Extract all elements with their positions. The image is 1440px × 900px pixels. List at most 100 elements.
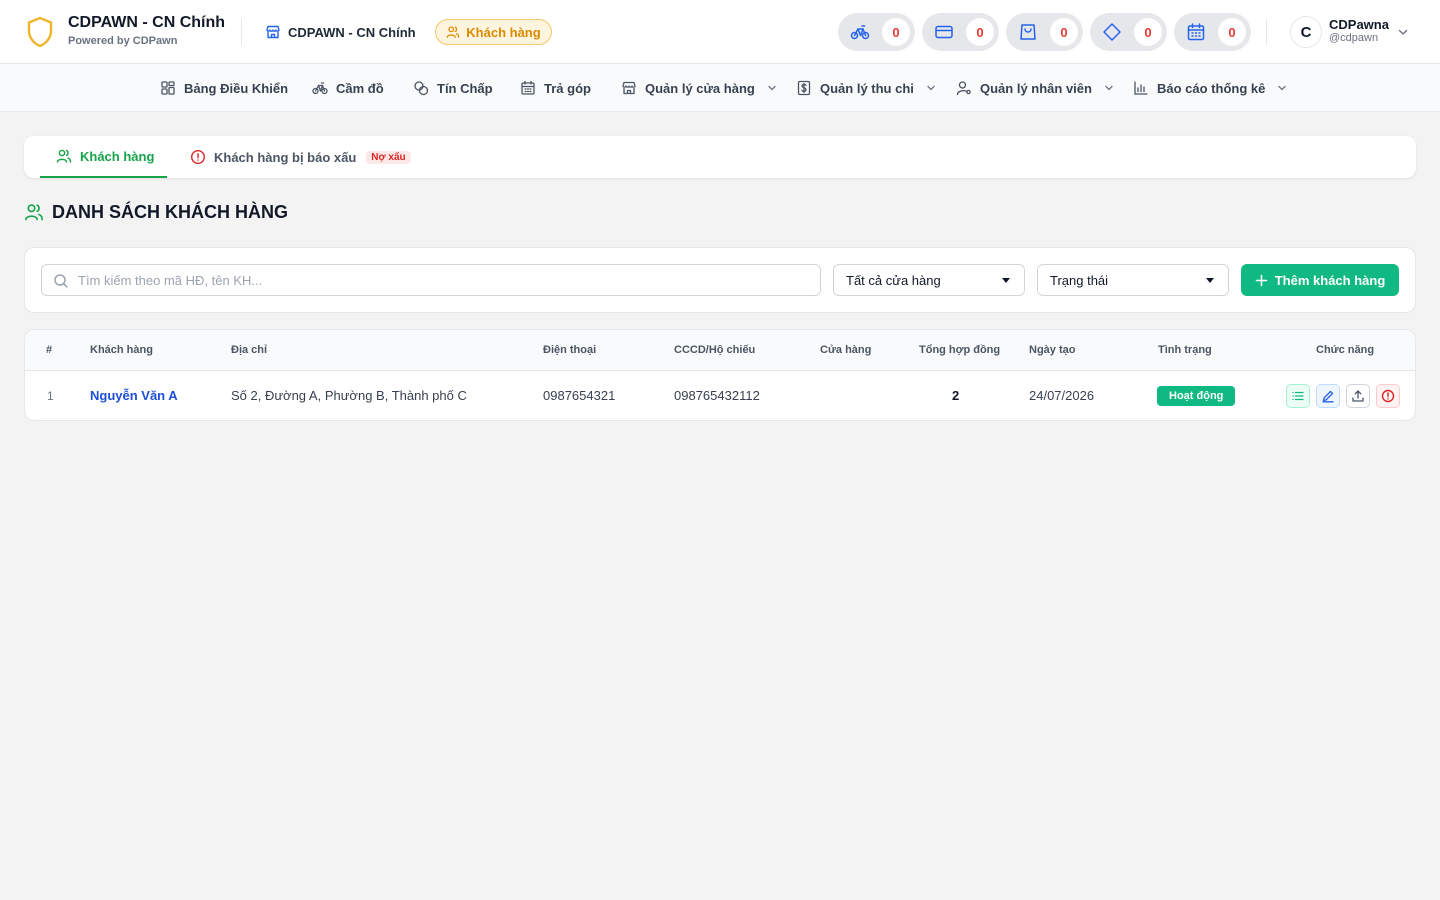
pencil-icon bbox=[1322, 390, 1334, 403]
cell-index: 1 bbox=[47, 389, 54, 403]
dollar-icon bbox=[797, 80, 811, 96]
cell-customer-link[interactable]: Nguyễn Văn A bbox=[90, 371, 178, 420]
col-store: Cửa hàng bbox=[820, 344, 872, 356]
brand-subtitle: Powered by CDPawn bbox=[68, 35, 178, 47]
plus-icon bbox=[1255, 274, 1268, 286]
user-name[interactable]: CDPawna bbox=[1329, 17, 1389, 32]
page-title: DANH SÁCH KHÁCH HÀNG bbox=[24, 201, 288, 223]
nav-item-finance[interactable]: Quản lý thu chi bbox=[796, 64, 936, 112]
user-cog-icon bbox=[956, 81, 971, 96]
report-bad-debt-button[interactable] bbox=[1376, 384, 1400, 408]
upload-button[interactable] bbox=[1346, 384, 1370, 408]
bike-icon bbox=[850, 25, 870, 40]
active-section-label: Khách hàng bbox=[466, 24, 541, 40]
customer-tabs: Khách hàng Khách hàng bị báo xấu Nợ xấu bbox=[24, 136, 1416, 178]
cell-contracts: 2 bbox=[952, 388, 960, 403]
nav-item-dashboard[interactable]: Bảng Điều Khiển bbox=[160, 64, 288, 112]
card-icon bbox=[935, 25, 953, 39]
counter-badge: 0 bbox=[1134, 18, 1162, 46]
col-actions: Chức năng bbox=[1316, 344, 1375, 356]
avatar[interactable]: C bbox=[1290, 16, 1322, 48]
cell-created: 24/07/2026 bbox=[1029, 388, 1095, 403]
counter-pawn-bike[interactable]: 0 bbox=[838, 13, 915, 51]
chevron-down-icon bbox=[768, 85, 776, 91]
chevron-down-icon bbox=[1278, 85, 1287, 91]
cell-phone: 0987654321 bbox=[543, 388, 616, 403]
cell-id-card: 098765432112 bbox=[674, 388, 760, 403]
counter-badge: 0 bbox=[882, 18, 910, 46]
counter-calendar[interactable]: 0 bbox=[1174, 13, 1251, 51]
chevron-down-icon[interactable] bbox=[1397, 26, 1409, 38]
table-header: # Khách hàng Địa chỉ Điện thoại CCCD/Hộ … bbox=[25, 330, 1415, 371]
col-created: Ngày tạo bbox=[1029, 344, 1076, 356]
tab-customers[interactable]: Khách hàng bbox=[40, 136, 167, 178]
diamond-icon bbox=[1103, 23, 1121, 41]
nav-item-store-management[interactable]: Quản lý cửa hàng bbox=[621, 64, 777, 112]
nav-item-pawn[interactable]: Cầm đồ bbox=[312, 64, 384, 112]
store-select-value: Tất cả cửa hàng bbox=[846, 272, 941, 288]
nav-item-label: Quản lý thu chi bbox=[820, 80, 914, 96]
store-icon bbox=[622, 81, 636, 95]
tab-label: Khách hàng bbox=[80, 148, 155, 164]
users-icon bbox=[446, 26, 460, 38]
col-contracts: Tổng hợp đồng bbox=[919, 344, 1001, 356]
tab-label: Khách hàng bị báo xấu bbox=[214, 149, 357, 165]
nav-item-reports[interactable]: Báo cáo thống kê bbox=[1133, 64, 1287, 112]
nav-item-installment[interactable]: Trả góp bbox=[520, 64, 591, 112]
users-icon bbox=[56, 149, 72, 163]
tab-reported-customers[interactable]: Khách hàng bị báo xấu Nợ xấu bbox=[190, 136, 411, 178]
calendar-icon bbox=[1187, 23, 1205, 41]
active-section-pill[interactable]: Khách hàng bbox=[435, 19, 552, 45]
status-badge: Hoạt động bbox=[1157, 386, 1236, 406]
chevron-down-icon bbox=[1105, 85, 1113, 91]
calendar-icon bbox=[521, 80, 535, 95]
nav-item-staff[interactable]: Quản lý nhân viên bbox=[956, 64, 1114, 112]
bike-icon bbox=[312, 82, 328, 95]
add-customer-label: Thêm khách hàng bbox=[1274, 272, 1386, 288]
nav-item-label: Quản lý nhân viên bbox=[980, 80, 1092, 96]
brand-title: CDPAWN - CN Chính bbox=[68, 14, 226, 31]
status-select-value: Trạng thái bbox=[1050, 272, 1109, 288]
counter-bag[interactable]: 0 bbox=[1006, 13, 1083, 51]
caret-down-icon bbox=[1206, 278, 1214, 283]
caret-down-icon bbox=[1002, 278, 1010, 283]
view-details-button[interactable] bbox=[1286, 384, 1310, 408]
alert-circle-icon bbox=[1381, 389, 1395, 403]
header-divider bbox=[1266, 19, 1267, 45]
nav-item-credit[interactable]: Tín Chấp bbox=[413, 64, 493, 112]
customer-table: # Khách hàng Địa chỉ Điện thoại CCCD/Hộ … bbox=[24, 329, 1416, 421]
counter-badge: 0 bbox=[1218, 18, 1246, 46]
add-customer-button[interactable]: Thêm khách hàng bbox=[1241, 264, 1399, 296]
list-icon bbox=[1292, 391, 1304, 401]
header-divider bbox=[241, 19, 242, 45]
status-select[interactable]: Trạng thái bbox=[1037, 264, 1229, 296]
col-status: Tình trạng bbox=[1158, 344, 1212, 356]
col-address: Địa chỉ bbox=[231, 344, 268, 356]
branch-selector[interactable]: CDPAWN - CN Chính bbox=[265, 23, 416, 41]
search-input[interactable] bbox=[78, 265, 808, 295]
counter-card[interactable]: 0 bbox=[922, 13, 999, 51]
alert-circle-icon bbox=[190, 149, 206, 165]
nav-item-label: Trả góp bbox=[544, 80, 591, 96]
search-box bbox=[41, 264, 821, 296]
dashboard-icon bbox=[161, 81, 175, 95]
bag-icon bbox=[1020, 24, 1036, 40]
col-customer: Khách hàng bbox=[90, 344, 153, 356]
nav-item-label: Bảng Điều Khiển bbox=[184, 80, 289, 96]
store-select[interactable]: Tất cả cửa hàng bbox=[833, 264, 1025, 296]
counter-badge: 0 bbox=[1050, 18, 1078, 46]
bar-chart-icon bbox=[1134, 81, 1148, 95]
edit-button[interactable] bbox=[1316, 384, 1340, 408]
coins-icon bbox=[414, 81, 429, 96]
branch-name: CDPAWN - CN Chính bbox=[288, 24, 416, 40]
col-id-card: CCCD/Hộ chiếu bbox=[674, 344, 756, 356]
bad-debt-tag: Nợ xấu bbox=[366, 150, 411, 164]
counter-badge: 0 bbox=[966, 18, 994, 46]
counter-diamond[interactable]: 0 bbox=[1090, 13, 1167, 51]
table-row: 1 Nguyễn Văn A Số 2, Đường A, Phường B, … bbox=[25, 371, 1415, 420]
chevron-down-icon bbox=[927, 85, 935, 91]
upload-icon bbox=[1352, 390, 1364, 402]
cell-address: Số 2, Đường A, Phường B, Thành phố C bbox=[231, 388, 467, 403]
nav-item-label: Báo cáo thống kê bbox=[1157, 80, 1266, 96]
search-icon bbox=[54, 274, 68, 288]
